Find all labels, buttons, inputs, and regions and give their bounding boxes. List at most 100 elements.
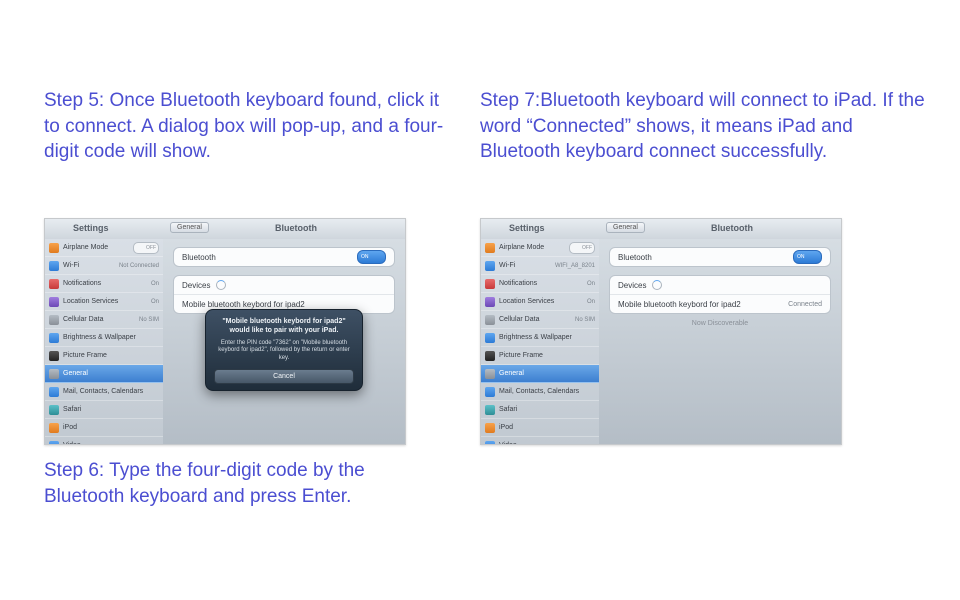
bluetooth-toggle[interactable]: ON (793, 250, 822, 264)
sidebar-label: Cellular Data (499, 316, 539, 323)
sidebar-item-brightness[interactable]: Brightness & Wallpaper (45, 329, 163, 347)
picture-frame-icon (485, 351, 495, 361)
sidebar-item-notifications[interactable]: Notifications On (45, 275, 163, 293)
cellular-value: No SIM (139, 317, 159, 323)
devices-header-row: Devices (174, 276, 394, 295)
step-7-text: Step 7:Bluetooth keyboard will connect t… (480, 88, 930, 165)
wifi-icon (49, 261, 59, 271)
sidebar-item-mail[interactable]: Mail, Contacts, Calendars (45, 383, 163, 401)
ipad-topbar: Settings General Bluetooth (45, 219, 405, 240)
video-icon (49, 441, 59, 446)
spinner-icon (216, 280, 226, 290)
airplane-icon (49, 243, 59, 253)
sidebar-label: Video (499, 442, 517, 445)
device-name: Mobile bluetooth keybord for ipad2 (618, 300, 741, 309)
sidebar-label: Mail, Contacts, Calendars (499, 388, 579, 395)
sidebar-item-airplane-mode[interactable]: Airplane Mode OFF (45, 239, 163, 257)
sidebar-label: Safari (499, 406, 517, 413)
sidebar-label: Picture Frame (63, 352, 107, 359)
location-value: On (587, 299, 595, 305)
sidebar-label: Cellular Data (63, 316, 103, 323)
general-icon (485, 369, 495, 379)
sidebar-label: Brightness & Wallpaper (63, 334, 136, 341)
discoverable-label: Now Discoverable (599, 320, 841, 327)
brightness-icon (485, 333, 495, 343)
sidebar-label: Brightness & Wallpaper (499, 334, 572, 341)
sidebar-label: iPod (63, 424, 77, 431)
notif-value: On (587, 281, 595, 287)
sidebar-item-ipod[interactable]: iPod (481, 419, 599, 437)
bluetooth-panel: Bluetooth ON Devices Mobile bluetooth ke… (599, 239, 841, 444)
safari-icon (485, 405, 495, 415)
title-settings: Settings (73, 223, 109, 233)
sidebar-item-video[interactable]: Video (45, 437, 163, 445)
dialog-body: Enter the PIN code "7362" on "Mobile blu… (214, 340, 354, 363)
sidebar-label: Location Services (63, 298, 118, 305)
wifi-value: Not Connected (119, 263, 159, 269)
location-value: On (151, 299, 159, 305)
screenshot-step5: Settings General Bluetooth Airplane Mode… (44, 218, 406, 445)
device-row-keyboard[interactable]: Mobile bluetooth keybord for ipad2 Conne… (610, 295, 830, 313)
sidebar-label: Notifications (499, 280, 537, 287)
bluetooth-toggle-panel: Bluetooth ON (609, 247, 831, 267)
sidebar-label: iPod (499, 424, 513, 431)
sidebar-item-safari[interactable]: Safari (481, 401, 599, 419)
bluetooth-toggle-panel: Bluetooth ON (173, 247, 395, 267)
sidebar-label: Video (63, 442, 81, 445)
wifi-icon (485, 261, 495, 271)
sidebar-item-brightness[interactable]: Brightness & Wallpaper (481, 329, 599, 347)
back-button-general[interactable]: General (170, 222, 209, 233)
dialog-cancel-button[interactable]: Cancel (214, 369, 354, 384)
sidebar-item-mail[interactable]: Mail, Contacts, Calendars (481, 383, 599, 401)
brightness-icon (49, 333, 59, 343)
bluetooth-toggle[interactable]: ON (357, 250, 386, 264)
sidebar-item-general[interactable]: General (481, 365, 599, 383)
title-bluetooth: Bluetooth (711, 223, 753, 233)
sidebar-item-location[interactable]: Location Services On (481, 293, 599, 311)
dialog-title: "Mobile bluetooth keybord for ipad2" wou… (214, 318, 354, 336)
sidebar-label: Airplane Mode (499, 244, 544, 251)
bluetooth-row[interactable]: Bluetooth ON (610, 248, 830, 266)
spinner-icon (652, 280, 662, 290)
title-bluetooth: Bluetooth (275, 223, 317, 233)
safari-icon (49, 405, 59, 415)
devices-header-row: Devices (610, 276, 830, 295)
bluetooth-row[interactable]: Bluetooth ON (174, 248, 394, 266)
video-icon (485, 441, 495, 446)
sidebar-item-ipod[interactable]: iPod (45, 419, 163, 437)
settings-sidebar: Airplane Mode OFF Wi-Fi Not Connected No… (45, 239, 164, 444)
sidebar-item-wifi[interactable]: Wi-Fi WIFI_A8_8201 (481, 257, 599, 275)
bluetooth-label: Bluetooth (618, 253, 652, 262)
airplane-icon (485, 243, 495, 253)
mail-icon (49, 387, 59, 397)
sidebar-item-picture-frame[interactable]: Picture Frame (45, 347, 163, 365)
instruction-page: Step 5: Once Bluetooth keyboard found, c… (0, 0, 960, 600)
screenshot-step7: Settings General Bluetooth Airplane Mode… (480, 218, 842, 445)
sidebar-label: Notifications (63, 280, 101, 287)
cellular-value: No SIM (575, 317, 595, 323)
devices-header: Devices (618, 281, 646, 290)
sidebar-item-notifications[interactable]: Notifications On (481, 275, 599, 293)
back-button-general[interactable]: General (606, 222, 645, 233)
sidebar-item-general[interactable]: General (45, 365, 163, 383)
airplane-toggle[interactable]: OFF (133, 242, 159, 254)
settings-sidebar: Airplane Mode OFF Wi-Fi WIFI_A8_8201 Not… (481, 239, 600, 444)
airplane-toggle[interactable]: OFF (569, 242, 595, 254)
sidebar-label: Airplane Mode (63, 244, 108, 251)
sidebar-item-wifi[interactable]: Wi-Fi Not Connected (45, 257, 163, 275)
step-5-text: Step 5: Once Bluetooth keyboard found, c… (44, 88, 444, 165)
ipad-topbar: Settings General Bluetooth (481, 219, 841, 240)
sidebar-item-video[interactable]: Video (481, 437, 599, 445)
cellular-icon (485, 315, 495, 325)
bluetooth-label: Bluetooth (182, 253, 216, 262)
sidebar-item-airplane-mode[interactable]: Airplane Mode OFF (481, 239, 599, 257)
sidebar-item-cellular[interactable]: Cellular Data No SIM (481, 311, 599, 329)
sidebar-label: General (63, 370, 88, 377)
sidebar-item-location[interactable]: Location Services On (45, 293, 163, 311)
sidebar-item-cellular[interactable]: Cellular Data No SIM (45, 311, 163, 329)
sidebar-label: Picture Frame (499, 352, 543, 359)
device-status-connected: Connected (788, 301, 822, 308)
sidebar-item-picture-frame[interactable]: Picture Frame (481, 347, 599, 365)
sidebar-item-safari[interactable]: Safari (45, 401, 163, 419)
pairing-dialog: "Mobile bluetooth keybord for ipad2" wou… (205, 309, 363, 391)
